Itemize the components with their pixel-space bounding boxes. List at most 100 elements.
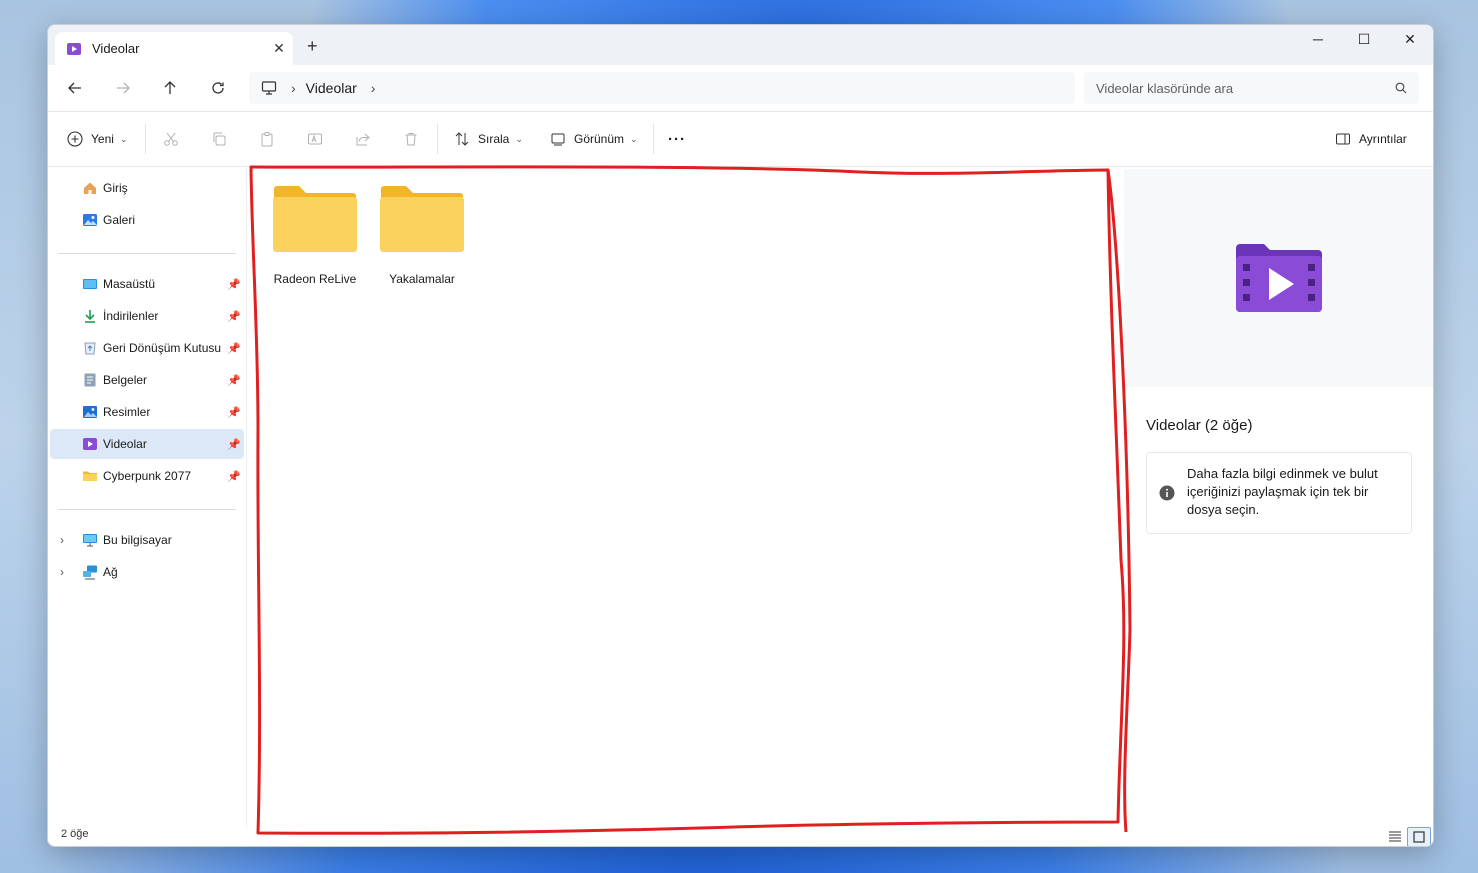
- rename-button[interactable]: [307, 124, 323, 154]
- up-button[interactable]: [154, 74, 186, 102]
- sidebar-item-gallery[interactable]: Galeri: [50, 205, 244, 235]
- breadcrumb-videolar[interactable]: Videolar: [306, 80, 357, 96]
- tab-title: Videolar: [92, 41, 140, 56]
- search-input[interactable]: [1094, 79, 1395, 97]
- sidebar-item-desktop[interactable]: Masaüstü 📌: [50, 269, 244, 299]
- folder-label: Yakalamalar: [389, 272, 455, 286]
- back-button[interactable]: [59, 74, 91, 102]
- tab-videolar[interactable]: Videolar ✕: [55, 32, 293, 65]
- paste-icon: [261, 132, 273, 147]
- chevron-down-icon: ⌄: [515, 133, 523, 144]
- sidebar-item-label: Geri Dönüşüm Kutusu: [103, 341, 222, 355]
- search-icon[interactable]: [1395, 82, 1407, 94]
- chevron-right-icon[interactable]: ›: [291, 80, 296, 96]
- new-tab-button[interactable]: +: [307, 37, 318, 55]
- sidebar-item-label: Giriş: [103, 181, 128, 195]
- details-view-button[interactable]: [1384, 827, 1406, 845]
- toolbar-divider: [145, 124, 146, 154]
- sidebar-item-pictures[interactable]: Resimler 📌: [50, 397, 244, 427]
- sidebar-item-label: Resimler: [103, 405, 151, 419]
- trash-icon: [405, 133, 417, 146]
- close-window-button[interactable]: ✕: [1387, 25, 1433, 53]
- chevron-down-icon: ⌄: [119, 133, 128, 144]
- home-icon: [81, 179, 99, 197]
- arrow-up-icon: [164, 81, 176, 94]
- sidebar-item-downloads[interactable]: İndirilenler 📌: [50, 301, 244, 331]
- sidebar-item-home[interactable]: Giriş: [50, 173, 244, 203]
- folder-item[interactable]: Yakalamalar: [372, 185, 472, 295]
- folder-icon: [81, 467, 99, 485]
- item-count: 2 öğe: [61, 828, 89, 840]
- refresh-button[interactable]: [202, 74, 234, 102]
- view-button[interactable]: Görünüm ⌄: [550, 124, 638, 154]
- title-bar: Videolar ✕ + ─ ☐ ✕: [48, 25, 1433, 65]
- videos-icon: [81, 435, 99, 453]
- folder-icon: [380, 186, 464, 252]
- pin-icon[interactable]: 📌: [227, 278, 241, 291]
- forward-button[interactable]: [107, 74, 139, 102]
- sidebar-item-documents[interactable]: Belgeler 📌: [50, 365, 244, 395]
- file-list: Radeon ReLive Yakalamalar: [247, 167, 1122, 827]
- folder-item[interactable]: Radeon ReLive: [265, 185, 365, 295]
- details-info-card: Daha fazla bilgi edinmek ve bulut içeriğ…: [1146, 452, 1412, 534]
- navigation-pane: Giriş Galeri Masaüstü 📌 İndirilenler 📌 G…: [48, 167, 247, 827]
- more-options-button[interactable]: ···: [668, 124, 686, 154]
- folder-label: Radeon ReLive: [273, 272, 357, 286]
- chevron-right-icon[interactable]: ›: [60, 533, 64, 547]
- address-bar[interactable]: › Videolar ›: [249, 72, 1075, 104]
- new-label: Yeni: [91, 132, 114, 146]
- arrow-right-icon: [117, 82, 130, 94]
- file-explorer-window: Videolar ✕ + ─ ☐ ✕ › Videolar › Videolar…: [47, 24, 1434, 847]
- pin-icon[interactable]: 📌: [227, 374, 241, 387]
- chevron-right-icon[interactable]: ›: [60, 565, 64, 579]
- sidebar-item-label: Bu bilgisayar: [103, 533, 172, 547]
- desktop-icon: [81, 275, 99, 293]
- pin-icon[interactable]: 📌: [227, 342, 241, 355]
- videos-folder-icon: [1235, 244, 1322, 312]
- list-view-icon: [1389, 831, 1401, 842]
- search-box: [1084, 72, 1419, 104]
- sidebar-item-recycle-bin[interactable]: Geri Dönüşüm Kutusu 📌: [50, 333, 244, 363]
- download-icon: [81, 307, 99, 325]
- sidebar-item-cyberpunk-2077[interactable]: Cyberpunk 2077 📌: [50, 461, 244, 491]
- large-icons-view-button[interactable]: [1407, 827, 1431, 846]
- documents-icon: [81, 371, 99, 389]
- command-bar: Yeni ⌄ Sırala ⌄ Görünüm ⌄ ··· Ayrıntılar: [48, 112, 1433, 167]
- computer-icon: [261, 81, 277, 95]
- view-icon: [551, 133, 565, 146]
- chevron-down-icon: ⌄: [630, 133, 638, 144]
- sort-button[interactable]: Sırala ⌄: [454, 124, 523, 154]
- folder-icon: [273, 186, 357, 252]
- details-pane-button[interactable]: Ayrıntılar: [1335, 124, 1407, 154]
- close-tab-icon[interactable]: ✕: [265, 40, 293, 57]
- delete-button[interactable]: [403, 124, 419, 154]
- pin-icon[interactable]: 📌: [227, 310, 241, 323]
- sidebar-item-network[interactable]: › Ağ: [50, 557, 244, 587]
- pin-icon[interactable]: 📌: [227, 406, 241, 419]
- cut-button[interactable]: [163, 124, 179, 154]
- sort-icon: [455, 132, 469, 146]
- minimize-button[interactable]: ─: [1295, 25, 1341, 53]
- details-info-text: Daha fazla bilgi edinmek ve bulut içeriğ…: [1187, 466, 1378, 517]
- pin-icon[interactable]: 📌: [227, 438, 241, 451]
- share-button[interactable]: [355, 124, 371, 154]
- sort-label: Sırala: [478, 132, 510, 146]
- sidebar-item-videos[interactable]: Videolar 📌: [50, 429, 244, 459]
- pin-icon[interactable]: 📌: [227, 470, 241, 483]
- details-label: Ayrıntılar: [1359, 132, 1407, 146]
- gallery-icon: [81, 211, 99, 229]
- details-pane-icon: [1336, 133, 1350, 145]
- chevron-right-icon[interactable]: ›: [371, 80, 376, 96]
- sidebar-item-this-pc[interactable]: › Bu bilgisayar: [50, 525, 244, 555]
- toolbar-divider: [437, 124, 438, 154]
- preview-area: [1124, 169, 1433, 387]
- cut-icon: [164, 132, 178, 146]
- paste-button[interactable]: [259, 124, 275, 154]
- copy-button[interactable]: [211, 124, 227, 154]
- share-icon: [356, 133, 370, 146]
- new-button[interactable]: Yeni ⌄: [67, 124, 127, 154]
- rename-icon: [308, 133, 322, 145]
- maximize-button[interactable]: ☐: [1341, 25, 1387, 53]
- arrow-left-icon: [68, 82, 81, 94]
- sidebar-item-label: Ağ: [103, 565, 118, 579]
